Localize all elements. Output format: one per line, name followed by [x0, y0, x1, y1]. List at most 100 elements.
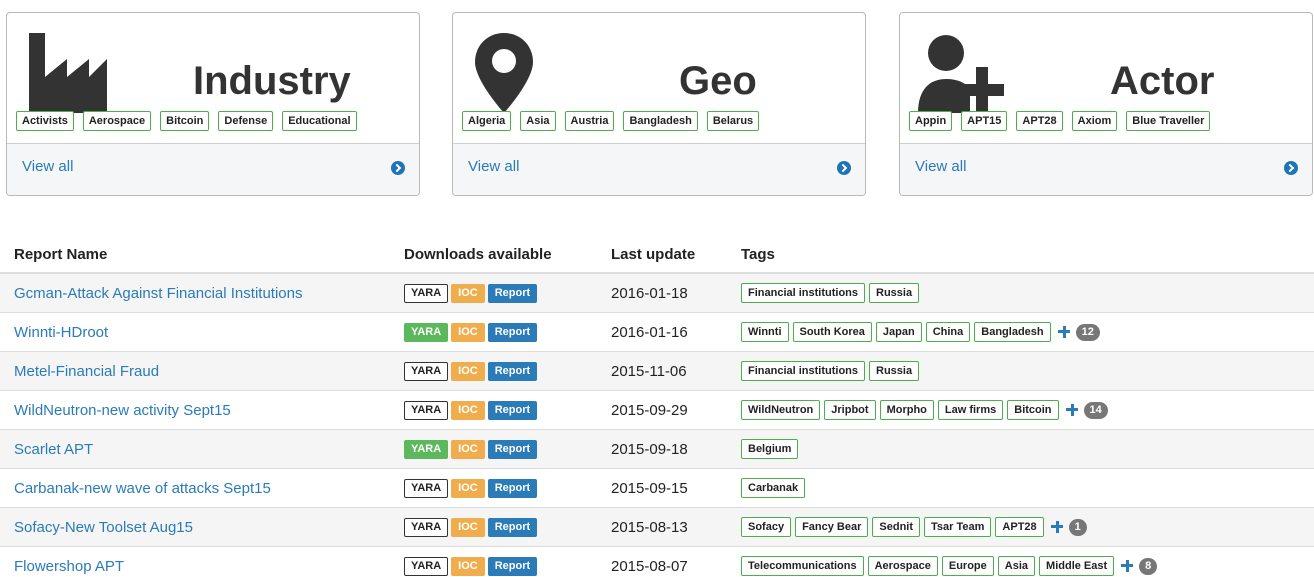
- report-download-button[interactable]: Report: [487, 401, 538, 420]
- ioc-download-button[interactable]: IOC: [451, 440, 485, 459]
- yara-download-button[interactable]: YARA: [404, 284, 449, 303]
- tag[interactable]: Aerospace: [867, 556, 938, 576]
- report-name-link[interactable]: Metel-Financial Fraud: [14, 363, 159, 380]
- header-last-update: Last update: [611, 246, 696, 263]
- last-update-date: 2016-01-18: [611, 285, 688, 302]
- report-download-button[interactable]: Report: [487, 323, 538, 342]
- table-row: Flowershop APT YARA IOC Report 2015-08-07 Tel…: [0, 547, 1314, 577]
- tag[interactable]: Europe: [941, 556, 994, 576]
- report-name-link[interactable]: Winnti-HDroot: [14, 324, 108, 341]
- view-all-link[interactable]: View all: [915, 158, 966, 175]
- report-download-button[interactable]: Report: [487, 284, 538, 303]
- report-download-button[interactable]: Report: [487, 440, 538, 459]
- chip[interactable]: Defense: [218, 111, 274, 131]
- tag[interactable]: Russia: [869, 361, 920, 381]
- arrow-right-circle-icon[interactable]: [837, 161, 851, 175]
- tag[interactable]: Bangladesh: [974, 322, 1051, 342]
- tag[interactable]: Belgium: [741, 439, 799, 459]
- tag[interactable]: Tsar Team: [924, 517, 992, 537]
- tag[interactable]: Morpho: [879, 400, 934, 420]
- tag[interactable]: Jripbot: [824, 400, 876, 420]
- chip[interactable]: Appin: [909, 111, 953, 131]
- plus-icon[interactable]: [1057, 326, 1070, 338]
- tag[interactable]: Middle East: [1039, 556, 1115, 576]
- last-update-date: 2016-01-16: [611, 324, 688, 341]
- yara-download-button[interactable]: YARA: [404, 557, 449, 576]
- user-plus-icon: [918, 35, 1004, 113]
- tag[interactable]: China: [925, 322, 971, 342]
- report-name-link[interactable]: Sofacy-New Toolset Aug15: [14, 519, 193, 536]
- chip[interactable]: Bangladesh: [623, 111, 698, 131]
- chip[interactable]: Educational: [282, 111, 357, 131]
- chip[interactable]: Algeria: [462, 111, 512, 131]
- tags-cell: Financial institutions Russia: [741, 361, 920, 381]
- view-all-link[interactable]: View all: [22, 158, 73, 175]
- plus-icon[interactable]: [1065, 404, 1078, 416]
- ioc-download-button[interactable]: IOC: [451, 362, 485, 381]
- chip[interactable]: Austria: [564, 111, 615, 131]
- tag[interactable]: Japan: [875, 322, 922, 342]
- report-download-button[interactable]: Report: [487, 557, 538, 576]
- tag[interactable]: Carbanak: [741, 478, 806, 498]
- report-download-button[interactable]: Report: [487, 362, 538, 381]
- plus-icon[interactable]: [1050, 521, 1063, 533]
- chip[interactable]: APT28: [1016, 111, 1063, 131]
- more-tags-count-badge[interactable]: 8: [1139, 557, 1158, 575]
- arrow-right-circle-icon[interactable]: [391, 161, 405, 175]
- report-name-link[interactable]: WildNeutron-new activity Sept15: [14, 402, 231, 419]
- report-name-link[interactable]: Carbanak-new wave of attacks Sept15: [14, 480, 271, 497]
- tag[interactable]: Asia: [997, 556, 1036, 576]
- table-row: WildNeutron-new activity Sept15 YARA IOC Re…: [0, 391, 1314, 430]
- tag[interactable]: Financial institutions: [741, 283, 866, 303]
- more-tags-count-badge[interactable]: 1: [1068, 518, 1087, 536]
- tag[interactable]: Winnti: [741, 322, 789, 342]
- tag[interactable]: Sednit: [872, 517, 921, 537]
- yara-download-button[interactable]: YARA: [404, 440, 449, 459]
- ioc-download-button[interactable]: IOC: [451, 401, 485, 420]
- tag[interactable]: Law firms: [937, 400, 1004, 420]
- chip[interactable]: Bitcoin: [160, 111, 210, 131]
- report-download-button[interactable]: Report: [487, 479, 538, 498]
- tag[interactable]: Telecommunications: [741, 556, 864, 576]
- yara-download-button[interactable]: YARA: [404, 479, 449, 498]
- industry-card: Industry Activists Aerospace Bitcoin Def…: [6, 12, 420, 196]
- more-tags-count-badge[interactable]: 14: [1083, 401, 1108, 419]
- tag[interactable]: Financial institutions: [741, 361, 866, 381]
- yara-download-button[interactable]: YARA: [404, 401, 449, 420]
- report-name-link[interactable]: Gcman-Attack Against Financial Instituti…: [14, 285, 302, 302]
- chip[interactable]: Activists: [16, 111, 74, 131]
- ioc-download-button[interactable]: IOC: [451, 284, 485, 303]
- chip[interactable]: APT15: [961, 111, 1008, 131]
- plus-icon[interactable]: [1121, 560, 1134, 572]
- tag[interactable]: South Korea: [792, 322, 872, 342]
- tag[interactable]: APT28: [995, 517, 1044, 537]
- tag[interactable]: Russia: [869, 283, 920, 303]
- yara-download-button[interactable]: YARA: [404, 518, 449, 537]
- report-name-link[interactable]: Scarlet APT: [14, 441, 93, 458]
- geo-card: Geo Algeria Asia Austria Bangladesh Bela…: [452, 12, 866, 196]
- ioc-download-button[interactable]: IOC: [451, 479, 485, 498]
- downloads-cell: YARA IOC Report: [404, 401, 538, 420]
- yara-download-button[interactable]: YARA: [404, 323, 449, 342]
- chip[interactable]: Asia: [520, 111, 556, 131]
- ioc-download-button[interactable]: IOC: [451, 323, 485, 342]
- tag[interactable]: Bitcoin: [1007, 400, 1059, 420]
- chip[interactable]: Belarus: [706, 111, 760, 131]
- ioc-download-button[interactable]: IOC: [451, 518, 485, 537]
- chip[interactable]: Aerospace: [82, 111, 152, 131]
- last-update-date: 2015-08-07: [611, 558, 688, 575]
- arrow-right-circle-icon[interactable]: [1284, 161, 1298, 175]
- view-all-link[interactable]: View all: [468, 158, 519, 175]
- table-row: Gcman-Attack Against Financial Instituti…: [0, 274, 1314, 313]
- ioc-download-button[interactable]: IOC: [451, 557, 485, 576]
- tag[interactable]: Sofacy: [741, 517, 792, 537]
- more-tags-count-badge[interactable]: 12: [1075, 323, 1100, 341]
- report-name-link[interactable]: Flowershop APT: [14, 558, 124, 575]
- report-download-button[interactable]: Report: [487, 518, 538, 537]
- tag[interactable]: WildNeutron: [741, 400, 821, 420]
- chip-list: Activists Aerospace Bitcoin Defense Educ…: [16, 111, 357, 131]
- chip[interactable]: Axiom: [1071, 111, 1118, 131]
- yara-download-button[interactable]: YARA: [404, 362, 449, 381]
- chip[interactable]: Blue Traveller: [1126, 111, 1211, 131]
- tag[interactable]: Fancy Bear: [795, 517, 869, 537]
